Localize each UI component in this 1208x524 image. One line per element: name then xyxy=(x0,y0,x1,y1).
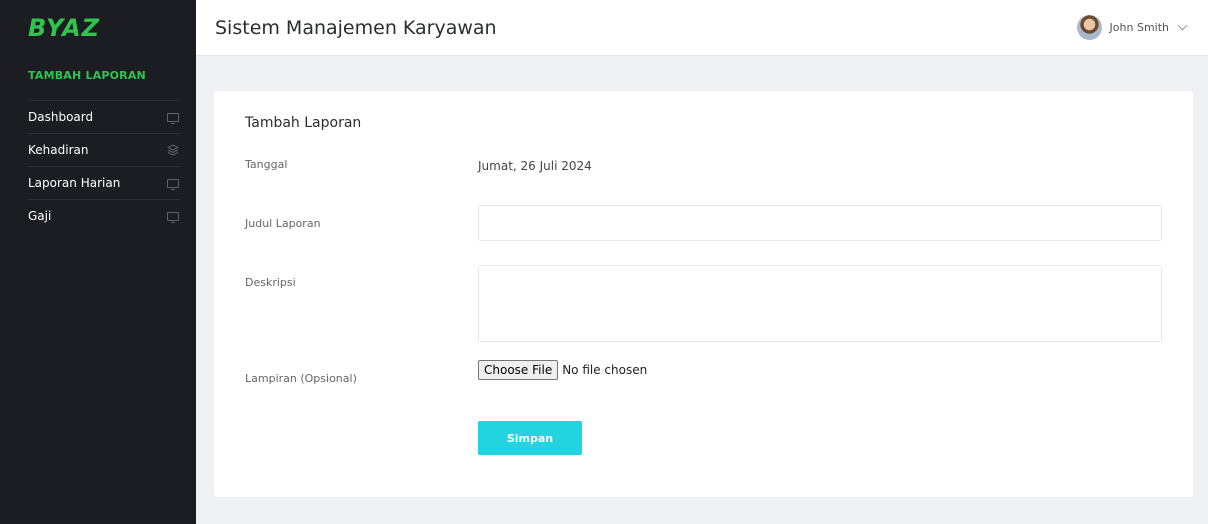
description-textarea[interactable] xyxy=(478,265,1162,342)
report-title-input[interactable] xyxy=(478,205,1162,241)
top-bar: Sistem Manajemen Karyawan John Smith xyxy=(196,0,1208,56)
monitor-icon xyxy=(166,210,180,223)
monitor-icon xyxy=(166,177,180,190)
logo[interactable]: BYAZ xyxy=(0,0,196,56)
save-button[interactable]: Simpan xyxy=(478,421,582,455)
sidebar-item-label: Kehadiran xyxy=(28,143,89,157)
user-name: John Smith xyxy=(1109,21,1169,34)
sidebar-item-laporan-harian[interactable]: Laporan Harian xyxy=(28,166,180,199)
monitor-icon xyxy=(166,111,180,124)
form-title: Tambah Laporan xyxy=(245,115,362,131)
file-status: No file chosen xyxy=(562,363,648,377)
user-menu[interactable]: John Smith xyxy=(1076,15,1188,40)
description-label: Deskripsi xyxy=(245,276,296,289)
report-title-label: Judul Laporan xyxy=(245,217,321,230)
sidebar-item-label: Dashboard xyxy=(28,110,94,124)
layers-icon xyxy=(166,144,180,156)
chevron-down-icon xyxy=(1177,20,1188,31)
sidebar: BYAZ TAMBAH LAPORAN Dashboard Kehadiran … xyxy=(0,0,196,524)
sidebar-nav: Dashboard Kehadiran Laporan Harian Gaji xyxy=(0,100,196,232)
file-input: Choose File No file chosen xyxy=(478,360,647,380)
date-label: Tanggal xyxy=(245,158,288,171)
sidebar-item-kehadiran[interactable]: Kehadiran xyxy=(28,133,180,166)
sidebar-item-label: Gaji xyxy=(28,209,52,223)
sidebar-section-title: TAMBAH LAPORAN xyxy=(28,69,146,82)
logo-text: BYAZ xyxy=(28,14,101,42)
choose-file-button[interactable]: Choose File xyxy=(478,360,559,380)
report-form-card: Tambah Laporan Tanggal Jumat, 26 Juli 20… xyxy=(214,91,1193,497)
sidebar-item-dashboard[interactable]: Dashboard xyxy=(28,100,180,133)
sidebar-item-label: Laporan Harian xyxy=(28,176,121,190)
sidebar-item-gaji[interactable]: Gaji xyxy=(28,199,180,232)
attachment-label: Lampiran (Opsional) xyxy=(245,372,357,385)
avatar xyxy=(1076,15,1102,40)
page-title: Sistem Manajemen Karyawan xyxy=(215,16,497,39)
date-value: Jumat, 26 Juli 2024 xyxy=(478,159,592,173)
